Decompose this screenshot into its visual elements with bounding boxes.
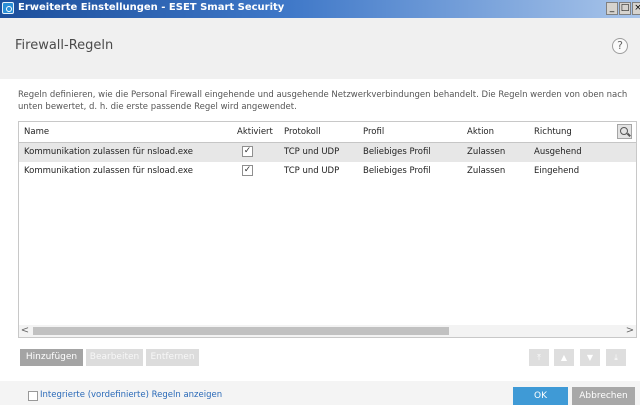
rules-table: Name Aktiviert Protokoll Profil Aktion R… — [18, 121, 637, 338]
minimize-button[interactable]: _ — [606, 2, 618, 15]
rule-protocol: TCP und UDP — [284, 147, 340, 157]
rules-description: Regeln definieren, wie die Personal Fire… — [18, 90, 628, 112]
column-header-profile[interactable]: Profil — [363, 127, 384, 137]
column-header-direction[interactable]: Richtung — [534, 127, 572, 137]
show-builtin-rules-label[interactable]: Integrierte (vordefinierte) Regeln anzei… — [40, 390, 222, 400]
window-titlebar: Erweiterte Einstellungen - ESET Smart Se… — [0, 0, 640, 18]
rule-enabled-checkbox[interactable]: ✓ — [242, 146, 253, 157]
column-header-action[interactable]: Aktion — [467, 127, 494, 137]
remove-button[interactable]: Entfernen — [146, 349, 199, 366]
search-icon[interactable] — [617, 124, 632, 139]
rule-profile: Beliebiges Profil — [363, 166, 431, 176]
rule-name: Kommunikation zulassen für nsload.exe — [24, 147, 193, 157]
table-row[interactable]: Kommunikation zulassen für nsload.exe ✓ … — [19, 162, 636, 181]
window-title: Erweiterte Einstellungen - ESET Smart Se… — [18, 2, 285, 13]
scroll-left-icon[interactable]: < — [19, 325, 31, 337]
ok-button[interactable]: OK — [513, 387, 568, 405]
move-down-icon[interactable]: ▼ — [580, 349, 600, 366]
column-header-protocol[interactable]: Protokoll — [284, 127, 321, 137]
rule-direction: Ausgehend — [534, 147, 582, 157]
rule-action: Zulassen — [467, 166, 506, 176]
rule-profile: Beliebiges Profil — [363, 147, 431, 157]
rule-direction: Eingehend — [534, 166, 580, 176]
rule-action: Zulassen — [467, 147, 506, 157]
column-header-enabled[interactable]: Aktiviert — [237, 127, 273, 137]
rule-enabled-checkbox[interactable]: ✓ — [242, 165, 253, 176]
horizontal-scrollbar[interactable]: < > — [19, 325, 636, 337]
table-header: Name Aktiviert Protokoll Profil Aktion R… — [19, 122, 636, 143]
help-icon[interactable]: ? — [612, 38, 628, 54]
show-builtin-rules-checkbox[interactable] — [28, 391, 38, 401]
maximize-button[interactable]: □ — [619, 2, 631, 15]
scroll-right-icon[interactable]: > — [624, 325, 636, 337]
rule-name: Kommunikation zulassen für nsload.exe — [24, 166, 193, 176]
cancel-button[interactable]: Abbrechen — [572, 387, 635, 405]
rule-protocol: TCP und UDP — [284, 166, 340, 176]
add-button[interactable]: Hinzufügen — [20, 349, 83, 366]
scroll-thumb[interactable] — [33, 327, 449, 335]
move-bottom-icon[interactable]: ⤓ — [606, 349, 626, 366]
move-up-icon[interactable]: ▲ — [554, 349, 574, 366]
table-row[interactable]: Kommunikation zulassen für nsload.exe ✓ … — [19, 143, 636, 162]
column-header-name[interactable]: Name — [24, 127, 49, 137]
move-top-icon[interactable]: ⤒ — [529, 349, 549, 366]
close-button[interactable]: × — [632, 2, 640, 15]
edit-button[interactable]: Bearbeiten — [86, 349, 143, 366]
eset-app-icon — [2, 2, 14, 14]
page-title: Firewall-Regeln — [15, 38, 114, 53]
